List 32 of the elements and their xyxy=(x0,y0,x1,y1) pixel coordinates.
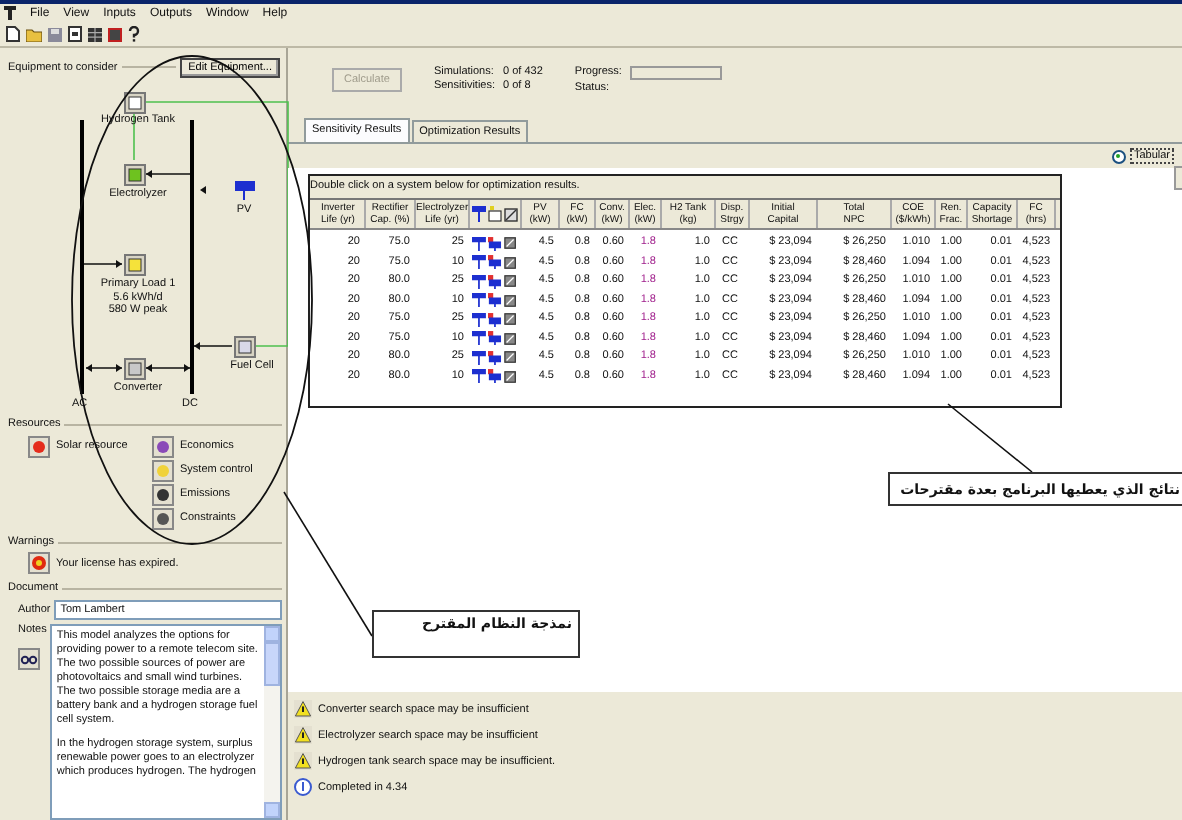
converter-icon xyxy=(504,207,518,221)
document-icon[interactable] xyxy=(68,26,82,42)
warning-icon xyxy=(294,700,312,718)
resource-icon[interactable] xyxy=(152,483,174,505)
resource-icon[interactable] xyxy=(152,507,174,529)
converter-icon xyxy=(503,369,516,384)
scrollbar[interactable] xyxy=(264,626,280,818)
converter-icon xyxy=(503,312,516,327)
new-file-icon[interactable] xyxy=(6,26,20,42)
solar-panel-icon xyxy=(472,206,486,222)
save-icon[interactable] xyxy=(48,27,62,41)
stop-icon xyxy=(28,552,50,574)
leader-line xyxy=(947,403,1033,473)
open-folder-icon[interactable] xyxy=(26,26,42,42)
converter-icon xyxy=(503,350,516,365)
converter-icon xyxy=(503,274,516,289)
glasses-icon[interactable] xyxy=(18,648,40,670)
chart-icon[interactable] xyxy=(108,27,122,41)
component-icon[interactable] xyxy=(124,92,146,114)
help-icon[interactable] xyxy=(128,26,140,42)
converter-icon xyxy=(503,331,516,346)
solar-panel-icon[interactable] xyxy=(234,180,256,202)
table-icon[interactable] xyxy=(88,27,102,41)
warning-icon xyxy=(294,726,312,744)
resource-icon[interactable] xyxy=(152,435,174,457)
converter-icon xyxy=(503,236,516,251)
converter-icon xyxy=(503,293,516,308)
radio-button[interactable] xyxy=(1111,149,1126,163)
converter-icon xyxy=(503,255,516,270)
info-icon xyxy=(294,778,312,796)
warning-icon xyxy=(294,752,312,770)
app-icon[interactable] xyxy=(4,6,16,20)
